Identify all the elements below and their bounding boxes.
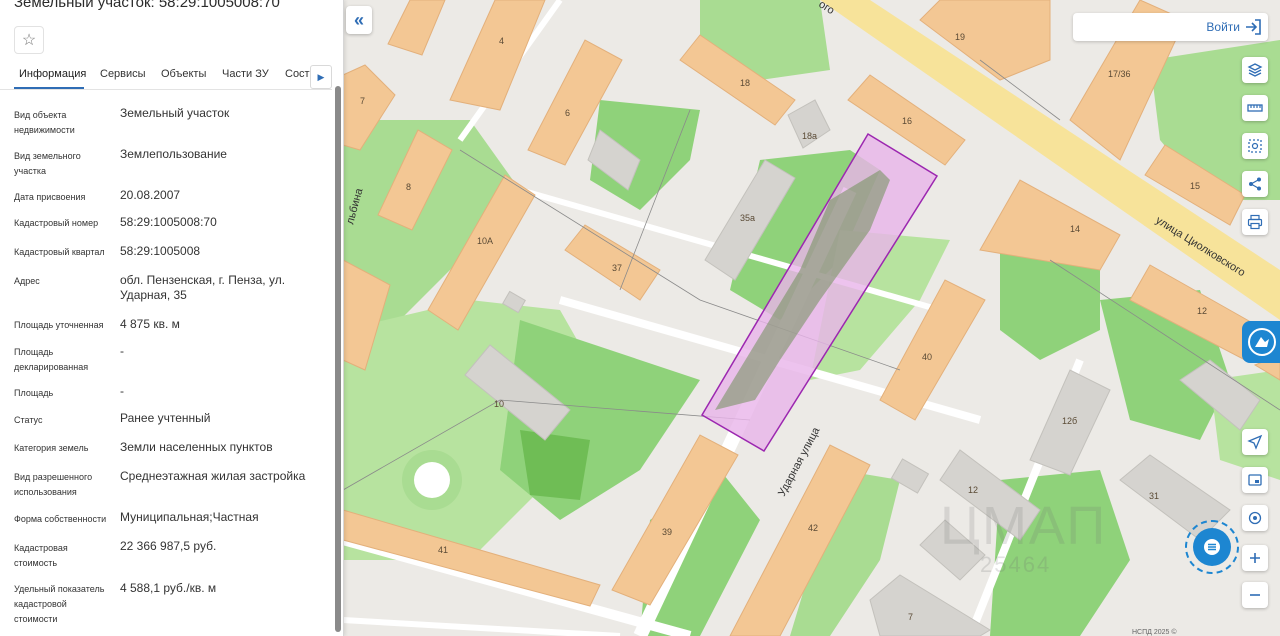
property-label: Кадастровый квартал <box>14 247 105 257</box>
building-label-42: 42 <box>808 523 818 533</box>
property-value: Земли населенных пунктов <box>120 440 273 454</box>
watermark: ЦМАП <box>940 496 1108 556</box>
property-label: Категория земель <box>14 443 89 453</box>
property-label: Дата присвоения <box>14 192 86 202</box>
print-icon <box>1247 214 1263 230</box>
property-value: 4 875 кв. м <box>120 317 180 331</box>
building-label-12-lower: 12 <box>968 485 978 495</box>
zoom-out-icon <box>1250 594 1260 596</box>
building-label-12b: 12б <box>1062 416 1077 426</box>
property-value: Муниципальная;Частная <box>120 510 259 524</box>
login-icon <box>1246 19 1261 35</box>
collapse-panel-button[interactable]: « <box>346 6 372 34</box>
gps-button[interactable] <box>1242 505 1268 531</box>
property-label: Удельный показатель кадастровой стоимост… <box>14 584 105 624</box>
property-label: Вид объекта недвижимости <box>14 110 75 135</box>
login-label: Войти <box>1206 20 1240 34</box>
property-value: Землепользование <box>120 147 227 161</box>
tabs-next-button[interactable]: ▶ <box>310 65 332 89</box>
layers-icon <box>1247 63 1263 77</box>
star-icon[interactable]: ☆ <box>14 26 44 54</box>
property-label: Статус <box>14 415 43 425</box>
ruler-icon <box>1247 104 1263 112</box>
property-label: Вид земельного участка <box>14 151 81 176</box>
building-label-8: 8 <box>406 182 411 192</box>
building-label-10a: 10А <box>477 236 493 246</box>
property-value: Ранее учтенный <box>120 411 211 425</box>
zoom-in-button[interactable] <box>1242 545 1268 571</box>
building-label-16: 16 <box>902 116 912 126</box>
property-value: - <box>120 344 124 358</box>
share-icon <box>1249 177 1261 191</box>
chevron-right-icon: ▶ <box>317 71 325 82</box>
logo-badge-icon <box>1248 328 1276 356</box>
property-value: 4 588,1 руб./кв. м <box>120 581 217 595</box>
select-area-button[interactable] <box>1242 133 1268 159</box>
share-button[interactable] <box>1242 171 1268 197</box>
property-value: 20.08.2007 <box>120 188 181 202</box>
locate-button[interactable] <box>1242 429 1268 455</box>
locate-icon <box>1247 434 1263 450</box>
property-value: - <box>120 384 124 398</box>
building-label-18a: 18а <box>802 131 817 141</box>
building-label-19: 19 <box>955 32 965 42</box>
building-label-7-lower: 7 <box>908 612 913 622</box>
collapse-icon: « <box>353 9 364 30</box>
building-label-14: 14 <box>1070 224 1080 234</box>
building-label-10: 10 <box>494 399 504 409</box>
property-label: Кадастровая стоимость <box>14 543 68 568</box>
chat-button[interactable] <box>1185 520 1239 574</box>
legend-icon <box>1248 474 1262 486</box>
tab-objects[interactable]: Объекты <box>161 68 206 80</box>
panel-title: Земельный участок: 58:29:1005008:70 <box>14 0 280 11</box>
zoom-out-button[interactable] <box>1242 582 1268 608</box>
chat-icon <box>1193 528 1231 566</box>
roundabout <box>402 450 462 510</box>
building-label-6: 6 <box>565 108 570 118</box>
property-label: Форма собственности <box>14 514 107 524</box>
property-label: Вид разрешенного использования <box>14 472 93 497</box>
tabs-divider <box>0 89 332 90</box>
property-value: 58:29:1005008 <box>120 244 201 258</box>
property-value: 22 366 987,5 руб. <box>120 539 217 553</box>
tab-parts[interactable]: Части ЗУ <box>222 68 269 80</box>
building-label-7: 7 <box>360 96 365 106</box>
property-value: обл. Пензенская, г. Пенза, ул. Ударная, … <box>120 273 286 302</box>
zoom-in-icon <box>1250 553 1260 563</box>
gps-icon <box>1248 511 1262 525</box>
map-copyright: НСПД 2025 © <box>1132 629 1177 636</box>
building-label-31: 31 <box>1149 491 1159 501</box>
property-label: Кадастровый номер <box>14 218 99 228</box>
property-value: 58:29:1005008:70 <box>120 215 217 229</box>
layers-button[interactable] <box>1242 57 1268 83</box>
service-badge[interactable] <box>1242 321 1280 363</box>
ruler-button[interactable] <box>1242 95 1268 121</box>
property-label: Площадь <box>14 388 54 398</box>
building-label-39: 39 <box>662 527 672 537</box>
panel-scrollbar[interactable] <box>335 86 341 632</box>
info-panel: Земельный участок: 58:29:1005008:70 ☆ Ин… <box>0 0 344 636</box>
property-label: Площадь декларированная <box>14 347 89 372</box>
property-value: Среднеэтажная жилая застройка <box>120 469 306 483</box>
tab-info[interactable]: Информация <box>19 68 86 80</box>
building-label-15: 15 <box>1190 181 1200 191</box>
building-label-40: 40 <box>922 352 932 362</box>
tab-services[interactable]: Сервисы <box>100 68 146 80</box>
print-button[interactable] <box>1242 209 1268 235</box>
select-area-icon <box>1248 139 1262 153</box>
building-label-41: 41 <box>438 545 448 555</box>
building-label-17-36: 17/36 <box>1108 69 1131 79</box>
building-label-4: 4 <box>499 36 504 46</box>
building-label-35a: 35а <box>740 213 755 223</box>
watermark-number: 25464 <box>980 552 1052 577</box>
legend-button[interactable] <box>1242 467 1268 493</box>
building-label-12: 12 <box>1197 306 1207 316</box>
active-tab-indicator <box>14 87 84 89</box>
property-label: Адрес <box>14 276 40 286</box>
building-label-37: 37 <box>612 263 622 273</box>
property-value: Земельный участок <box>120 106 230 120</box>
building-label-18: 18 <box>740 78 750 88</box>
login-button[interactable]: Войти <box>1073 13 1268 41</box>
property-label: Площадь уточненная <box>14 320 104 330</box>
